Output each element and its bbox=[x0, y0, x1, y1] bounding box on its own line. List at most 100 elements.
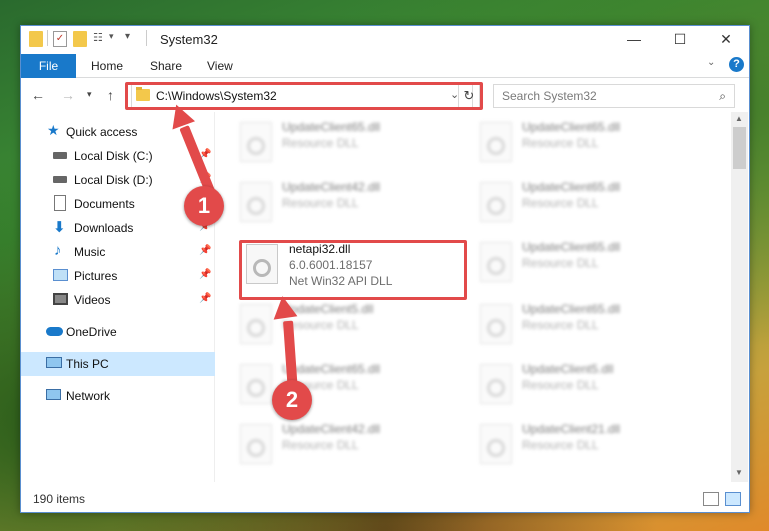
sidebar-item-local-disk-d[interactable]: Local Disk (D:) 📌 bbox=[21, 168, 215, 192]
file-name: UpdateClient42.dll bbox=[282, 180, 381, 194]
title-bar: ✓ ☷ ▾ ▾ System32 — ☐ ✕ bbox=[21, 26, 749, 52]
help-icon[interactable]: ? bbox=[729, 57, 744, 72]
sidebar-item-network[interactable]: Network bbox=[21, 384, 215, 408]
file-explorer-window: ✓ ☷ ▾ ▾ System32 — ☐ ✕ File Home Share V… bbox=[20, 25, 750, 513]
large-icons-view-icon[interactable] bbox=[725, 492, 741, 506]
scroll-down-icon[interactable]: ▼ bbox=[735, 468, 743, 477]
tab-share[interactable]: Share bbox=[150, 54, 182, 78]
folder-icon bbox=[29, 31, 43, 47]
back-arrow-icon[interactable]: ← bbox=[31, 87, 45, 103]
new-folder-icon[interactable] bbox=[73, 31, 87, 47]
file-item[interactable]: UpdateClient5.dll Resource DLL bbox=[476, 360, 706, 412]
minimize-button[interactable]: — bbox=[611, 26, 657, 52]
navigation-pane: ★ Quick access Local Disk (C:) 📌 Local D… bbox=[21, 112, 215, 482]
tab-home[interactable]: Home bbox=[91, 54, 123, 78]
file-item[interactable]: UpdateClient65.dll Resource DLL bbox=[476, 300, 706, 352]
file-item[interactable]: UpdateClient65.dll Resource DLL bbox=[476, 118, 706, 170]
file-name: UpdateClient65.dll bbox=[522, 180, 621, 194]
cloud-icon bbox=[46, 327, 63, 336]
file-item[interactable]: UpdateClient65.dll Resource DLL bbox=[476, 178, 706, 230]
vertical-scrollbar[interactable]: ▲ ▼ bbox=[731, 112, 748, 482]
dll-file-icon bbox=[480, 304, 512, 344]
details-view-icon[interactable] bbox=[703, 492, 719, 506]
file-name: UpdateClient21.dll bbox=[522, 422, 621, 436]
file-item[interactable]: UpdateClient65.dll Resource DLL bbox=[236, 118, 466, 170]
sidebar-item-label: OneDrive bbox=[66, 325, 117, 339]
file-name: UpdateClient65.dll bbox=[522, 240, 621, 254]
drive-icon bbox=[53, 176, 67, 183]
dll-file-icon bbox=[480, 242, 512, 282]
file-item[interactable]: UpdateClient21.dll Resource DLL bbox=[476, 420, 706, 472]
window-title: System32 bbox=[160, 32, 218, 47]
file-type: Resource DLL bbox=[282, 136, 359, 150]
tab-view[interactable]: View bbox=[207, 54, 233, 78]
sidebar-item-label: Downloads bbox=[74, 221, 134, 235]
sidebar-item-this-pc[interactable]: This PC bbox=[21, 352, 215, 376]
file-highlight-box bbox=[239, 240, 467, 300]
sidebar-item-downloads[interactable]: ⬇ Downloads 📌 bbox=[21, 216, 215, 240]
file-type: Resource DLL bbox=[522, 256, 599, 270]
file-name: UpdateClient5.dll bbox=[522, 362, 614, 376]
recent-locations-icon[interactable]: ▾ bbox=[87, 89, 92, 100]
drive-icon bbox=[53, 152, 67, 159]
star-icon: ★ bbox=[47, 122, 60, 138]
sidebar-item-label: This PC bbox=[66, 357, 109, 371]
step-2-badge: 2 bbox=[272, 380, 312, 420]
dropdown-chevron-icon[interactable]: ▾ bbox=[109, 31, 114, 47]
sidebar-item-label: Documents bbox=[74, 197, 135, 211]
arrow-head-2 bbox=[270, 294, 298, 320]
dll-file-icon bbox=[480, 364, 512, 404]
network-icon bbox=[46, 389, 61, 400]
customize-icon[interactable]: ☷ bbox=[93, 31, 107, 47]
expand-ribbon-icon[interactable]: ⌄ bbox=[707, 57, 721, 71]
sidebar-item-label: Local Disk (C:) bbox=[74, 149, 153, 163]
file-type: Resource DLL bbox=[282, 196, 359, 210]
sidebar-item-pictures[interactable]: Pictures 📌 bbox=[21, 264, 215, 288]
scroll-up-icon[interactable]: ▲ bbox=[735, 114, 743, 123]
sidebar-item-onedrive[interactable]: OneDrive bbox=[21, 320, 215, 344]
pin-icon: 📌 bbox=[199, 269, 212, 280]
documents-icon bbox=[54, 195, 66, 211]
file-item[interactable]: UpdateClient5.dll Resource DLL bbox=[236, 300, 466, 352]
quick-access-menu-icon[interactable]: ▾ bbox=[125, 31, 130, 47]
search-input[interactable]: Search System32 ⌕ bbox=[493, 84, 735, 108]
sidebar-item-label: Videos bbox=[74, 293, 111, 307]
sidebar-item-videos[interactable]: Videos 📌 bbox=[21, 288, 215, 312]
file-item[interactable]: UpdateClient65.dll Resource DLL bbox=[236, 360, 466, 412]
sidebar-item-label: Local Disk (D:) bbox=[74, 173, 153, 187]
dll-file-icon bbox=[240, 182, 272, 222]
maximize-button[interactable]: ☐ bbox=[657, 26, 703, 52]
pin-icon: 📌 bbox=[199, 245, 212, 256]
forward-arrow-icon[interactable]: → bbox=[61, 87, 75, 103]
separator bbox=[146, 30, 147, 46]
close-button[interactable]: ✕ bbox=[703, 26, 749, 52]
sidebar-item-label: Quick access bbox=[66, 125, 138, 139]
dll-file-icon bbox=[480, 122, 512, 162]
pictures-icon bbox=[53, 269, 68, 281]
file-type: Resource DLL bbox=[522, 438, 599, 452]
up-arrow-icon[interactable]: ↑ bbox=[107, 87, 114, 103]
file-name: UpdateClient65.dll bbox=[282, 120, 381, 134]
step-1-badge: 1 bbox=[184, 186, 224, 226]
sidebar-item-label: Music bbox=[74, 245, 106, 259]
file-item[interactable]: UpdateClient42.dll Resource DLL bbox=[236, 420, 466, 472]
item-count: 190 items bbox=[33, 492, 86, 506]
file-item[interactable]: UpdateClient65.dll Resource DLL bbox=[476, 238, 706, 290]
sidebar-item-label: Network bbox=[66, 389, 111, 403]
file-type: Resource DLL bbox=[522, 196, 599, 210]
dll-file-icon bbox=[240, 424, 272, 464]
music-icon: ♪ bbox=[54, 242, 62, 259]
file-item[interactable]: UpdateClient42.dll Resource DLL bbox=[236, 178, 466, 230]
scrollbar-thumb[interactable] bbox=[733, 127, 746, 169]
separator bbox=[47, 30, 48, 46]
pin-icon: 📌 bbox=[199, 293, 212, 304]
sidebar-item-local-disk-c[interactable]: Local Disk (C:) 📌 bbox=[21, 144, 215, 168]
sidebar-item-music[interactable]: ♪ Music 📌 bbox=[21, 240, 215, 264]
file-type: Resource DLL bbox=[282, 438, 359, 452]
download-icon: ⬇ bbox=[53, 219, 66, 236]
dll-file-icon bbox=[240, 304, 272, 344]
tab-file[interactable]: File bbox=[21, 54, 76, 78]
file-type: Resource DLL bbox=[522, 318, 599, 332]
properties-icon[interactable]: ✓ bbox=[53, 31, 67, 47]
sidebar-item-label: Pictures bbox=[74, 269, 118, 283]
